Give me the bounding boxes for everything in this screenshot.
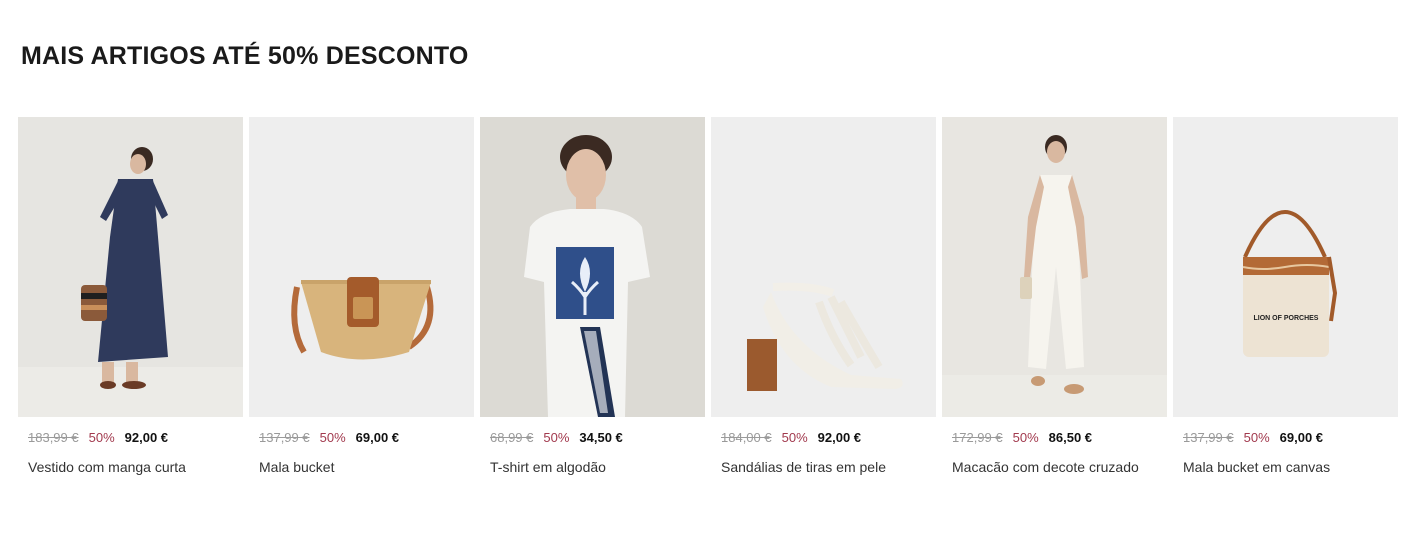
product-image-sandals[interactable] [711,117,936,417]
product-name[interactable]: Mala bucket em canvas [1183,459,1398,475]
current-price: 92,00 € [817,430,862,445]
product-image-straw-bag[interactable] [249,117,474,417]
product-name[interactable]: Vestido com manga curta [28,459,243,475]
current-price: 34,50 € [579,430,623,445]
current-price: 86,50 € [1048,430,1093,445]
canvas-bag-photo: LION OF PORCHES [1173,117,1398,417]
old-price: 137,99 € [1183,430,1234,445]
product-card[interactable]: 183,99 € 50% 92,00 € Vestido com manga c… [18,117,243,475]
old-price: 68,99 € [490,430,534,445]
discount-badge: 50% [781,430,808,445]
product-name[interactable]: Sandálias de tiras em pele [721,459,936,475]
product-image-tshirt[interactable] [480,117,705,417]
jumpsuit-model-photo [942,117,1167,417]
product-carousel: 183,99 € 50% 92,00 € Vestido com manga c… [18,117,1398,475]
product-card[interactable]: 68,99 € 50% 34,50 € T-shirt em algodão [480,117,705,475]
sandals-photo [711,117,936,417]
dress-model-photo [18,117,243,417]
product-name[interactable]: Macacão com decote cruzado [952,459,1167,475]
old-price: 137,99 € [259,430,310,445]
product-image-dress[interactable] [18,117,243,417]
straw-bag-photo [249,117,474,417]
tshirt-model-photo [480,117,705,417]
product-card[interactable]: 172,99 € 50% 86,50 € Macacão com decote … [942,117,1167,475]
current-price: 69,00 € [355,430,400,445]
old-price: 172,99 € [952,430,1003,445]
current-price: 92,00 € [124,430,169,445]
old-price: 183,99 € [28,430,79,445]
product-card[interactable]: 184,00 € 50% 92,00 € Sandálias de tiras … [711,117,936,475]
discount-badge: 50% [1012,430,1039,445]
section-title: MAIS ARTIGOS ATÉ 50% DESCONTO [21,42,469,70]
product-image-jumpsuit[interactable] [942,117,1167,417]
old-price: 184,00 € [721,430,772,445]
discount-badge: 50% [1243,430,1270,445]
product-card[interactable]: 137,99 € 50% 69,00 € Mala bucket [249,117,474,475]
discount-badge: 50% [319,430,346,445]
current-price: 69,00 € [1279,430,1324,445]
discount-badge: 50% [543,430,570,445]
product-name[interactable]: Mala bucket [259,459,474,475]
bag-brand-label: LION OF PORCHES [1254,315,1319,322]
product-card[interactable]: LION OF PORCHES 137,99 € 50% 69,00 € Mal… [1173,117,1398,475]
discount-badge: 50% [88,430,115,445]
product-image-canvas-bag[interactable]: LION OF PORCHES [1173,117,1398,417]
product-name[interactable]: T-shirt em algodão [490,459,705,475]
